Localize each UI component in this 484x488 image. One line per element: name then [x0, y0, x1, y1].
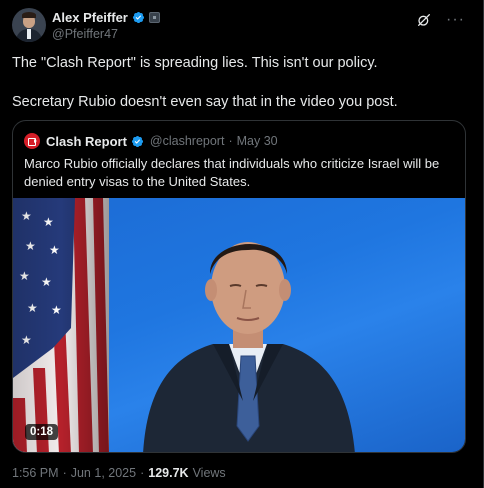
author-handle[interactable]: @Pfeiffer47: [52, 27, 118, 41]
post-paragraph-1: The "Clash Report" is spreading lies. Th…: [12, 55, 378, 71]
author-avatar[interactable]: [12, 8, 46, 42]
views-label: Views: [192, 466, 226, 480]
quoted-post[interactable]: Clash Report @clashreport · May 30 Marco…: [12, 120, 466, 453]
post-time[interactable]: 1:56 PM: [12, 466, 59, 480]
post-meta: 1:56 PM · Jun 1, 2025 · 129.7K Views: [12, 466, 226, 480]
affiliate-badge-icon[interactable]: [148, 11, 160, 23]
post-date[interactable]: Jun 1, 2025: [71, 466, 136, 480]
grok-icon[interactable]: [416, 12, 432, 28]
quoted-post-header: Clash Report @clashreport · May 30: [24, 133, 278, 149]
meta-separator: ·: [62, 466, 67, 480]
post-header: Alex Pfeiffer @Pfeiffer47 ···: [12, 6, 471, 42]
quoted-author-handle[interactable]: @clashreport: [150, 134, 225, 148]
post-card[interactable]: Alex Pfeiffer @Pfeiffer47 ··· The "Clash…: [0, 0, 484, 488]
meta-separator: ·: [140, 466, 145, 480]
verified-badge-icon: [132, 11, 144, 23]
quoted-separator: ·: [228, 134, 233, 148]
speaker-image: [143, 242, 355, 452]
author-name-row: Alex Pfeiffer: [52, 9, 160, 25]
more-icon[interactable]: ···: [446, 12, 465, 28]
post-paragraph-2: Secretary Rubio doesn't even say that in…: [12, 94, 398, 110]
video-player[interactable]: ★ ★ ★ ★ ★ ★ ★ ★ ★: [13, 198, 465, 452]
quoted-date[interactable]: May 30: [237, 134, 278, 148]
top-actions: ···: [416, 12, 465, 28]
post-text: The "Clash Report" is spreading lies. Th…: [12, 54, 472, 112]
flag-image: ★ ★ ★ ★ ★ ★ ★ ★ ★: [13, 198, 109, 452]
video-duration-badge: 0:18: [25, 424, 59, 440]
verified-badge-icon: [131, 135, 143, 147]
quoted-post-text: Marco Rubio officially declares that ind…: [24, 156, 440, 189]
author-display-name[interactable]: Alex Pfeiffer: [52, 10, 128, 25]
quoted-author-avatar[interactable]: [24, 133, 40, 149]
quoted-author-name[interactable]: Clash Report: [46, 134, 127, 149]
views-count[interactable]: 129.7K: [148, 466, 188, 480]
